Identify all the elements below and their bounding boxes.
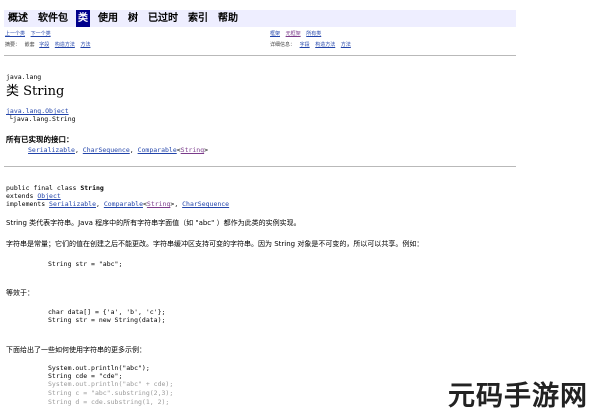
declaration-modifiers: public final class (6, 184, 81, 192)
subnav-frames: 框架 无框架 所有类 (270, 30, 325, 37)
implements-comparable-link[interactable]: Comparable (104, 200, 143, 208)
detail-field-link[interactable]: 字段 (300, 42, 310, 48)
code-example-3-line: String cde = "cde"; (48, 372, 123, 380)
summary-label: 摘要： (5, 42, 21, 48)
inheritance-child-name: java.lang.String (12, 115, 76, 123)
no-frames-link[interactable]: 无框架 (286, 31, 301, 37)
implements-charsequence-link[interactable]: CharSequence (182, 200, 229, 208)
description-paragraph-4: 下面给出了一些如何使用字符串的更多示例： (6, 346, 146, 354)
interfaces-heading: 所有已实现的接口： (6, 135, 74, 144)
code-example-1: String str = "abc"; (48, 260, 123, 268)
nav-tree[interactable]: 树 (126, 10, 140, 27)
implements-generic-string-link[interactable]: String (147, 200, 170, 208)
interfaces-list: Serializable, CharSequence, Comparable<S… (28, 146, 208, 154)
detail-constr-link[interactable]: 构造方法 (315, 42, 335, 48)
declaration-line-1: public final class String (6, 184, 104, 192)
inheritance-parent-link[interactable]: java.lang.Object (6, 107, 69, 115)
declaration-implements: implements (6, 200, 50, 208)
nav-index[interactable]: 索引 (186, 10, 210, 27)
top-navbar: 概述 软件包 类 使用 树 已过时 索引 帮助 (4, 10, 516, 27)
summary-method-link[interactable]: 方法 (80, 42, 90, 48)
divider (4, 166, 516, 167)
extends-object-link[interactable]: Object (37, 192, 60, 200)
interface-link-comparable[interactable]: Comparable (138, 146, 177, 154)
summary-nested: 嵌套 (24, 42, 35, 48)
next-class-link[interactable]: 下一个类 (31, 31, 51, 37)
interface-link-serializable[interactable]: Serializable (28, 146, 75, 154)
summary-field-link[interactable]: 字段 (39, 42, 49, 48)
detail-label: 详细信息： (270, 42, 296, 48)
code-example-3-line: String c = "abc".substring(2,3); (48, 389, 174, 397)
nav-overview[interactable]: 概述 (6, 10, 30, 27)
declaration-separator: , (174, 200, 183, 208)
interface-separator: , (129, 146, 138, 154)
nav-use[interactable]: 使用 (96, 10, 120, 27)
code-example-3-line: String d = cde.substring(1, 2); (48, 398, 170, 406)
class-name: String (23, 84, 65, 99)
all-classes-link[interactable]: 所有类 (306, 31, 321, 37)
subnav-prev-next: 上一个类 下一个类 (5, 30, 55, 37)
detail-method-link[interactable]: 方法 (341, 42, 351, 48)
code-example-3-line: System.out.println("abc"); (48, 364, 150, 372)
frames-link[interactable]: 框架 (270, 31, 280, 37)
code-example-2b: String str = new String(data); (48, 316, 166, 324)
interface-link-charsequence[interactable]: CharSequence (83, 146, 130, 154)
divider (4, 55, 516, 56)
description-paragraph-1: String 类代表字符串。Java 程序中的所有字符串字面值（如 "abc" … (6, 219, 301, 227)
interface-generic-string-link[interactable]: String (181, 146, 204, 154)
summary-constr-link[interactable]: 构造方法 (55, 42, 75, 48)
declaration-separator: , (96, 200, 104, 208)
description-paragraph-2: 字符串是常量；它们的值在创建之后不能更改。字符串缓冲区支持可变的字符串。因为 S… (6, 240, 424, 248)
implements-serializable-link[interactable]: Serializable (49, 200, 96, 208)
declaration-extends: extends (6, 192, 38, 200)
interface-separator: , (74, 146, 83, 154)
code-example-2a: char data[] = {'a', 'b', 'c'}; (48, 308, 166, 316)
class-title: 类 String (6, 80, 64, 99)
prev-class-link[interactable]: 上一个类 (5, 31, 25, 37)
subnav-summary: 摘要： 嵌套 字段 构造方法 方法 (5, 41, 94, 48)
code-example-3-line: System.out.println("abc" + cde); (48, 380, 174, 388)
watermark: 元码手游网 (448, 381, 588, 412)
nav-deprecated[interactable]: 已过时 (146, 10, 180, 27)
description-paragraph-3: 等效于： (6, 289, 34, 297)
declaration-class-name: String (80, 184, 104, 192)
nav-package[interactable]: 软件包 (36, 10, 70, 27)
subnav-detail: 详细信息： 字段 构造方法 方法 (270, 41, 355, 48)
declaration-line-2: extends Object (6, 192, 61, 200)
inheritance-child: └java.lang.String (9, 115, 76, 123)
declaration-line-3: implements Serializable, Comparable<Stri… (6, 200, 229, 208)
class-kind: 类 (6, 84, 20, 99)
generic-close: > (204, 146, 209, 154)
nav-class: 类 (76, 10, 90, 27)
nav-help[interactable]: 帮助 (216, 10, 240, 27)
